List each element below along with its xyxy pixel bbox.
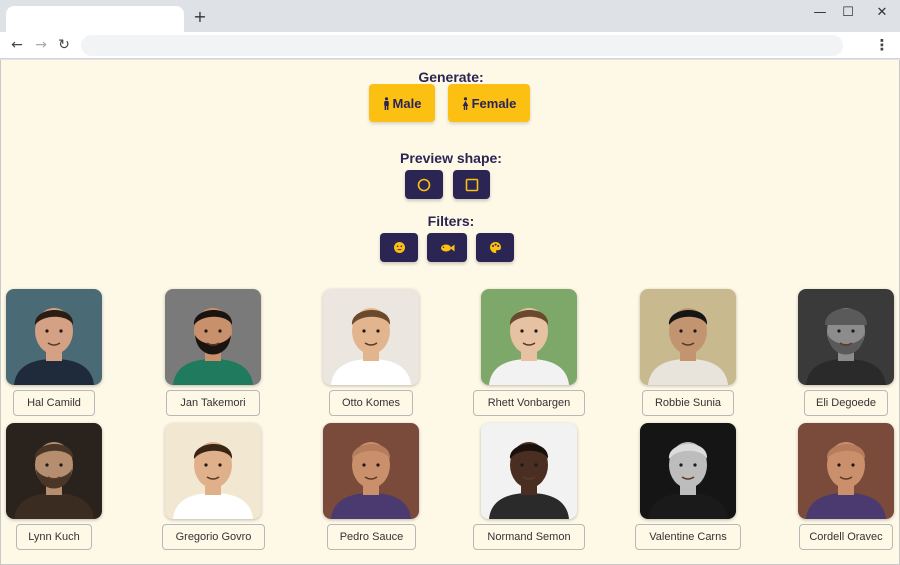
palette-icon — [489, 242, 501, 253]
avatar-card[interactable] — [6, 423, 102, 519]
avatar-portrait — [6, 289, 102, 385]
avatar-portrait — [640, 423, 736, 519]
avatar-portrait — [165, 289, 261, 385]
avatar-card[interactable] — [323, 289, 419, 385]
shape-circle-button[interactable] — [405, 170, 443, 199]
browser-tab[interactable] — [6, 6, 184, 32]
avatar-name-label: Otto Komes — [329, 390, 413, 416]
filter-fish-button[interactable] — [427, 233, 467, 262]
filter-emoji-button[interactable] — [380, 233, 418, 262]
shape-square-button[interactable] — [453, 170, 490, 199]
avatar-name-label: Gregorio Govro — [162, 524, 265, 550]
male-label: Male — [392, 95, 422, 111]
forward-button[interactable]: → — [31, 35, 51, 55]
filter-palette-button[interactable] — [476, 233, 514, 262]
avatar-name-label: Robbie Sunia — [642, 390, 734, 416]
avatar-name-label: Jan Takemori — [166, 390, 260, 416]
generate-female-button[interactable]: Female — [448, 84, 530, 122]
avatar-card[interactable] — [481, 423, 577, 519]
circle-icon — [417, 178, 431, 191]
avatar-name-label: Eli Degoede — [804, 390, 888, 416]
filters-heading: Filters: — [427, 213, 475, 229]
square-icon — [465, 178, 478, 191]
preview-shape-heading: Preview shape: — [400, 150, 502, 166]
avatar-name-label: Normand Semon — [473, 524, 585, 550]
avatar-card[interactable] — [323, 423, 419, 519]
address-bar[interactable] — [81, 35, 843, 56]
avatar-portrait — [481, 423, 577, 519]
page-viewport: Generate: Male Female Preview shape: Fil… — [0, 60, 900, 565]
avatar-card[interactable] — [798, 423, 894, 519]
avatar-card[interactable] — [481, 289, 577, 385]
avatar-card[interactable] — [640, 289, 736, 385]
avatar-name-label: Valentine Carns — [635, 524, 741, 550]
female-label: Female — [471, 95, 517, 111]
avatar-portrait — [798, 289, 894, 385]
generate-male-button[interactable]: Male — [369, 84, 435, 122]
generate-heading: Generate: — [418, 69, 484, 85]
avatar-card[interactable] — [165, 289, 261, 385]
fish-icon — [440, 244, 454, 251]
avatar-name-label: Hal Camild — [13, 390, 95, 416]
avatar-card[interactable] — [640, 423, 736, 519]
avatar-portrait — [323, 423, 419, 519]
female-person-icon — [462, 96, 468, 110]
avatar-portrait — [6, 423, 102, 519]
avatar-name-label: Pedro Sauce — [327, 524, 416, 550]
avatar-portrait — [798, 423, 894, 519]
avatar-portrait — [323, 289, 419, 385]
avatar-card[interactable] — [798, 289, 894, 385]
browser-menu-button[interactable]: ⋮ — [873, 35, 891, 55]
close-window-button[interactable]: ✕ — [865, 4, 899, 22]
male-person-icon — [383, 96, 389, 110]
reload-button[interactable]: ↻ — [54, 35, 74, 55]
avatar-name-label: Rhett Vonbargen — [473, 390, 585, 416]
new-tab-button[interactable]: + — [190, 7, 210, 27]
back-button[interactable]: ← — [7, 35, 27, 55]
avatar-card[interactable] — [165, 423, 261, 519]
maximize-button[interactable]: ☐ — [831, 4, 865, 22]
avatar-portrait — [640, 289, 736, 385]
avatar-name-label: Lynn Kuch — [16, 524, 92, 550]
emoji-face-icon — [393, 242, 405, 253]
browser-toolbar: ← → ↻ ⋮ — [0, 32, 900, 59]
avatar-portrait — [481, 289, 577, 385]
tab-strip: + — ☐ ✕ — [0, 0, 900, 32]
avatar-name-label: Cordell Oravec — [799, 524, 893, 550]
avatar-card[interactable] — [6, 289, 102, 385]
avatar-portrait — [165, 423, 261, 519]
